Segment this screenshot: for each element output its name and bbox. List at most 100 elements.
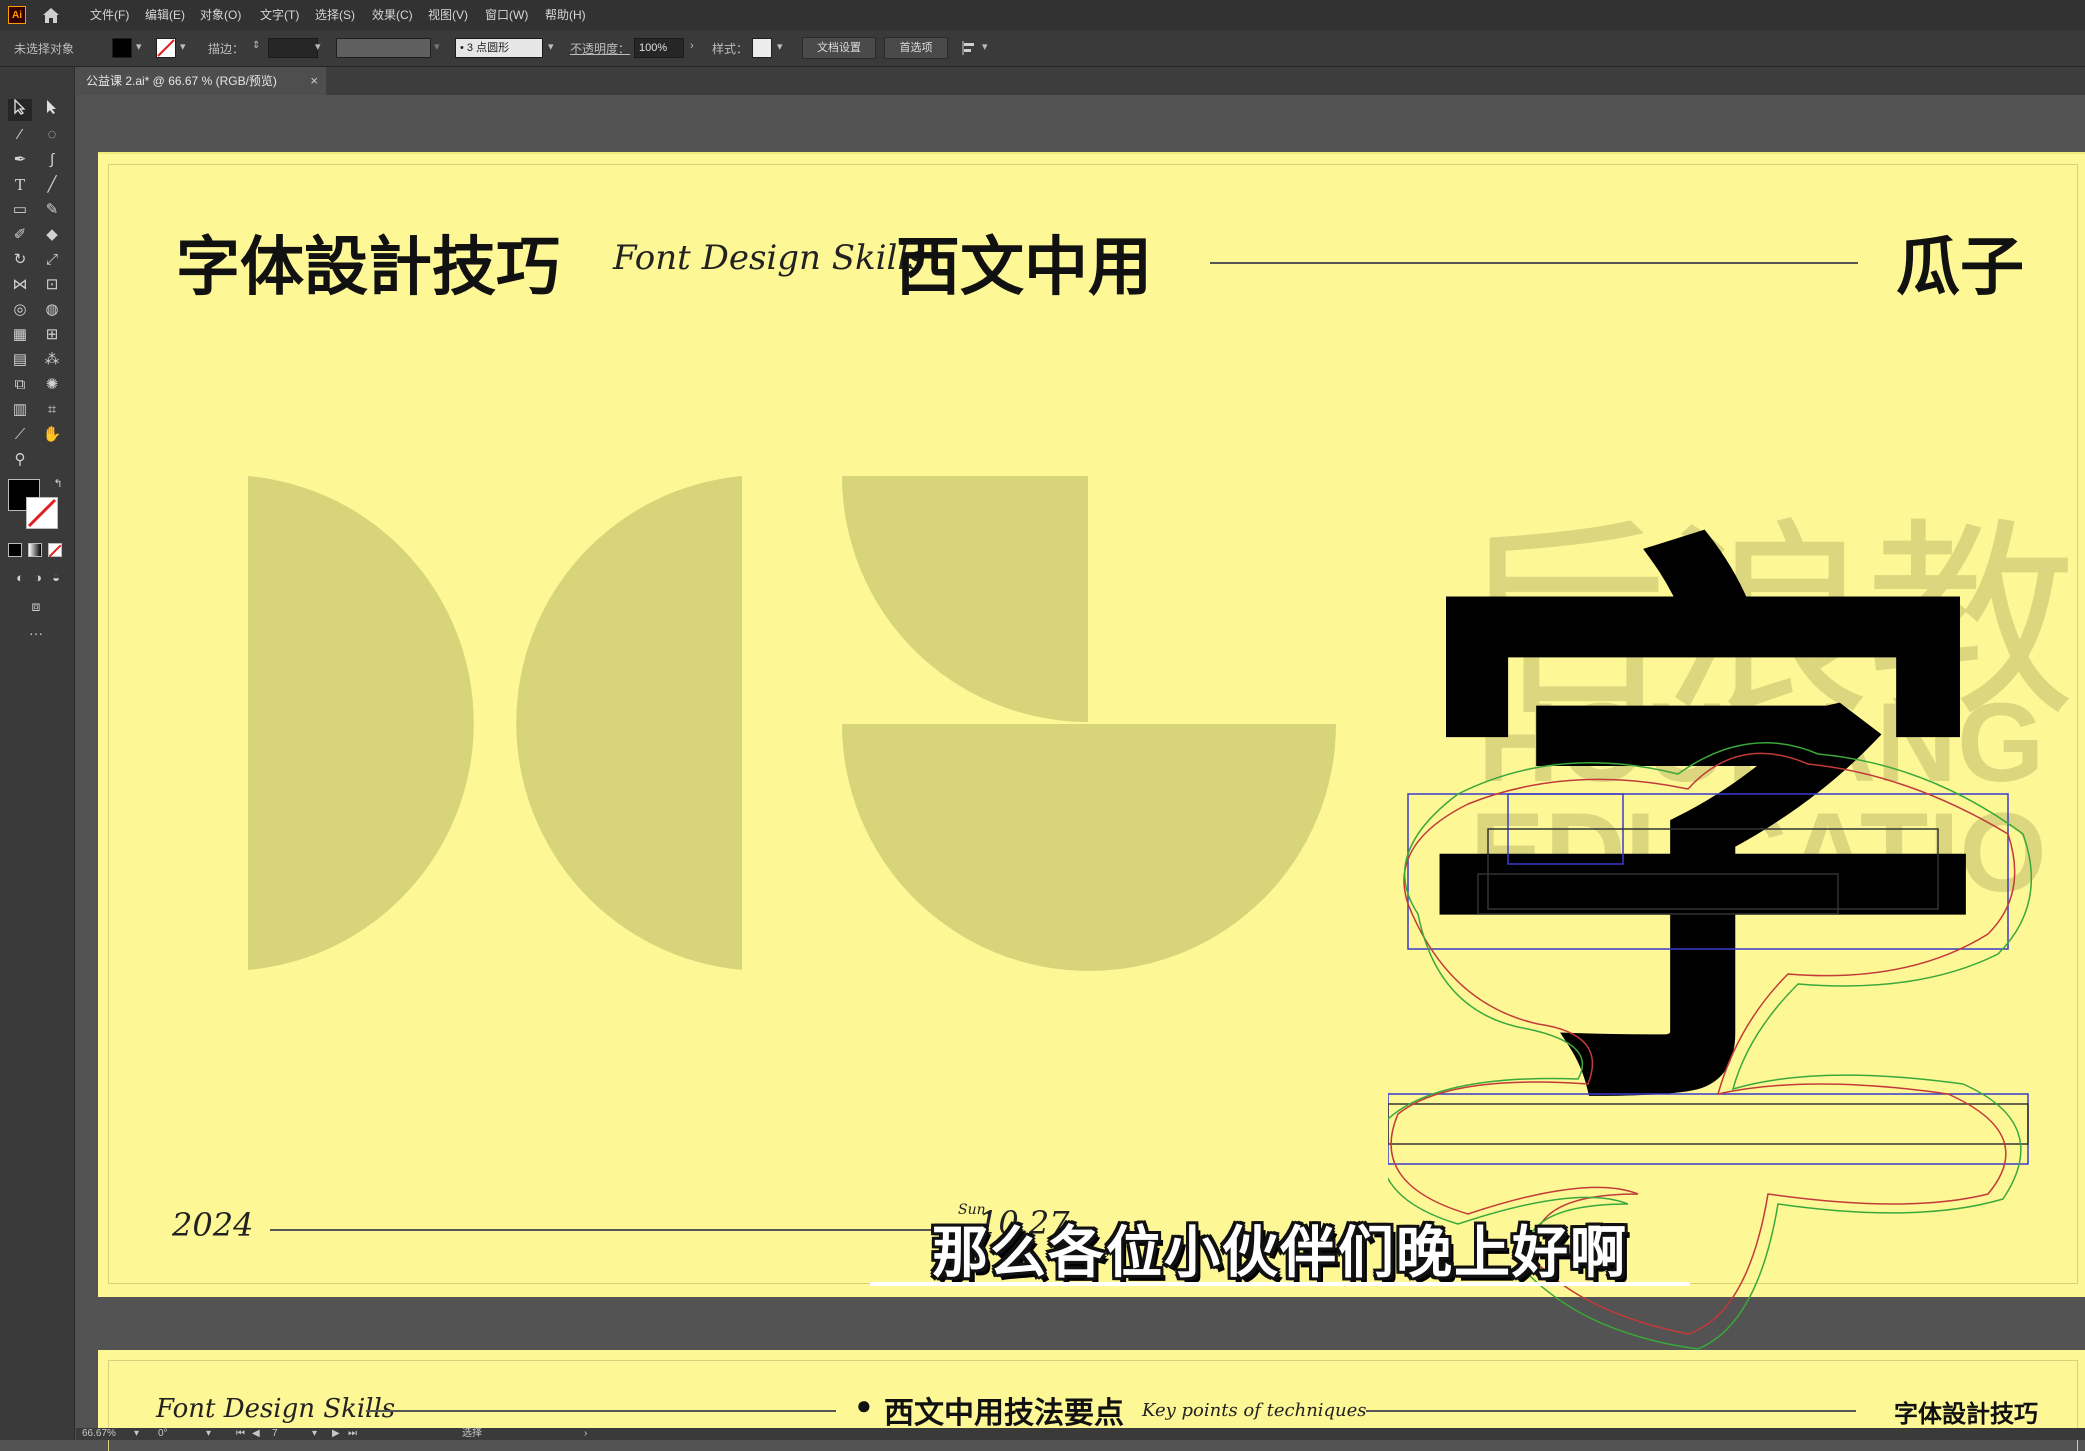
menu-type[interactable]: 文字(T) <box>260 6 299 23</box>
stroke-swatch[interactable] <box>156 38 176 58</box>
subtitle-cn: 西文中用 <box>896 230 1152 305</box>
stroke-color-swatch[interactable] <box>26 497 58 529</box>
artboard-tool-icon[interactable]: ⌗ <box>40 399 64 421</box>
rotation-value[interactable]: 0° <box>158 1428 168 1440</box>
screen-mode-icon[interactable]: ⧈ <box>24 595 48 617</box>
date-rule <box>270 1229 970 1231</box>
document-setup-button[interactable]: 文档设置 <box>802 37 876 59</box>
live-paint-tool-icon[interactable]: ◍ <box>40 299 64 321</box>
type-tool-icon[interactable]: T <box>8 174 32 196</box>
stroke-weight-stepper[interactable]: ⇕ <box>252 40 260 51</box>
edit-toolbar-icon[interactable]: ··· <box>24 622 48 644</box>
gradient-mode-icon[interactable] <box>28 543 42 557</box>
draw-inside-icon[interactable]: ◒ <box>44 567 68 589</box>
brush-dropdown-icon[interactable]: ▾ <box>548 40 554 53</box>
shaper-tool-icon[interactable]: ✐ <box>8 224 32 246</box>
perspective-grid-tool-icon[interactable]: ▦ <box>8 324 32 346</box>
footer-rule-left <box>366 1410 836 1412</box>
swap-colors-icon[interactable]: ↰ <box>46 473 70 495</box>
graph-tool-icon[interactable]: ▥ <box>8 399 32 421</box>
control-bar: 未选择对象 ▾ ▾ 描边： ⇕ ▾ ▾ • 3 点圆形 ▾ 不透明度： 100%… <box>0 30 2085 67</box>
color-mode-icon[interactable] <box>8 543 22 557</box>
fill-swatch[interactable] <box>112 38 132 58</box>
geometric-shapes <box>248 476 1336 971</box>
footer-title-en: Font Design Skills <box>156 1394 396 1424</box>
status-expand-icon[interactable]: › <box>584 1428 587 1440</box>
artboard-nav-first-icon[interactable]: ⏮ <box>236 1428 245 1440</box>
zoom-level[interactable]: 66.67% <box>82 1428 116 1440</box>
style-label: 样式： <box>712 42 749 56</box>
brush-definition[interactable]: • 3 点圆形 <box>455 38 543 58</box>
stroke-weight-input[interactable] <box>268 38 318 58</box>
artboard-nav-next-icon[interactable]: ▶ <box>332 1428 340 1440</box>
graphic-style-swatch[interactable] <box>752 38 772 58</box>
curvature-tool-icon[interactable]: ∫ <box>40 149 64 171</box>
opacity-expand-icon[interactable]: › <box>690 40 694 52</box>
width-tool-icon[interactable]: ⋈ <box>8 274 32 296</box>
selection-tool-icon[interactable] <box>8 98 32 121</box>
selection-status: 未选择对象 <box>14 42 75 56</box>
mesh-tool-icon[interactable]: ⊞ <box>40 324 64 346</box>
opacity-input[interactable]: 100% <box>634 38 684 58</box>
menu-help[interactable]: 帮助(H) <box>545 6 586 23</box>
stroke-dropdown-icon[interactable]: ▾ <box>180 40 186 53</box>
menu-edit[interactable]: 编辑(E) <box>145 6 185 23</box>
app-logo[interactable]: Ai <box>8 6 26 24</box>
align-dropdown-icon[interactable]: ▾ <box>982 40 988 53</box>
shape-builder-tool-icon[interactable]: ◎ <box>8 299 32 321</box>
artboard-number[interactable]: 7 <box>272 1428 278 1440</box>
gradient-tool-icon[interactable]: ▤ <box>8 349 32 371</box>
fill-dropdown-icon[interactable]: ▾ <box>136 40 142 53</box>
align-icon[interactable] <box>962 40 978 56</box>
free-transform-tool-icon[interactable]: ⊡ <box>40 274 64 296</box>
variable-width-profile[interactable] <box>336 38 431 58</box>
eyedropper-tool-icon[interactable]: ⁂ <box>40 349 64 371</box>
rectangle-tool-icon[interactable]: ▭ <box>8 199 32 221</box>
title-en: Font Design Skills <box>613 238 926 278</box>
eraser-tool-icon[interactable]: ◆ <box>40 224 64 246</box>
preferences-button[interactable]: 首选项 <box>884 37 948 59</box>
artboard-dropdown-icon[interactable]: ▾ <box>312 1428 317 1440</box>
home-icon[interactable] <box>40 5 62 25</box>
half-circle-left <box>516 476 742 970</box>
menu-window[interactable]: 窗口(W) <box>485 6 528 23</box>
half-circle-right <box>248 476 474 970</box>
zoom-tool-icon[interactable]: ⚲ <box>8 449 32 471</box>
artboard-main: 字体設計技巧 Font Design Skills 西文中用 瓜子 后浪教 HO… <box>98 152 2085 1350</box>
document-tab[interactable]: 公益课 2.ai* @ 66.67 % (RGB/预览) × <box>76 67 326 95</box>
menu-select[interactable]: 选择(S) <box>315 6 355 23</box>
scale-tool-icon[interactable]: ⤢ <box>40 249 64 271</box>
pen-tool-icon[interactable]: ✒ <box>8 149 32 171</box>
stroke-weight-dropdown-icon[interactable]: ▾ <box>315 40 321 53</box>
brush-value: 3 点圆形 <box>466 42 510 54</box>
close-tab-icon[interactable]: × <box>310 67 318 95</box>
menu-file[interactable]: 文件(F) <box>90 6 129 23</box>
paintbrush-tool-icon[interactable]: ✎ <box>40 199 64 221</box>
zoom-dropdown-icon[interactable]: ▾ <box>134 1428 139 1440</box>
footer-subtitle-en: Key points of techniques <box>1142 1400 1367 1421</box>
hand-tool-icon[interactable]: ✋ <box>40 424 64 446</box>
menu-object[interactable]: 对象(O) <box>200 6 241 23</box>
magic-wand-tool-icon[interactable]: ⁄ <box>8 124 32 146</box>
artboard-nav-last-icon[interactable]: ⏭ <box>348 1428 357 1440</box>
opacity-label[interactable]: 不透明度： <box>570 40 630 57</box>
symbol-sprayer-tool-icon[interactable]: ✺ <box>40 374 64 396</box>
rotation-dropdown-icon[interactable]: ▾ <box>206 1428 211 1440</box>
menu-view[interactable]: 视图(V) <box>428 6 468 23</box>
rotate-tool-icon[interactable]: ↻ <box>8 249 32 271</box>
year: 2024 <box>172 1206 254 1244</box>
profile-dropdown-icon[interactable]: ▾ <box>434 40 440 53</box>
direct-selection-tool-icon[interactable] <box>40 99 64 121</box>
slice-tool-icon[interactable]: ⟋ <box>8 424 32 446</box>
title-rule <box>1210 262 1858 264</box>
tool-status: 选择 <box>462 1428 482 1439</box>
half-circle-bottom <box>842 724 1336 971</box>
style-dropdown-icon[interactable]: ▾ <box>777 40 783 53</box>
line-tool-icon[interactable]: ╱ <box>40 174 64 196</box>
artboard-second: Font Design Skills ● 西文中用技法要点 Key points… <box>98 1350 2085 1451</box>
none-mode-icon[interactable] <box>48 543 62 558</box>
blend-tool-icon[interactable]: ⧉ <box>8 374 32 396</box>
artboard-nav-prev-icon[interactable]: ◀ <box>252 1428 260 1440</box>
lasso-tool-icon[interactable]: ◌ <box>40 124 64 146</box>
menu-effect[interactable]: 效果(C) <box>372 6 413 23</box>
